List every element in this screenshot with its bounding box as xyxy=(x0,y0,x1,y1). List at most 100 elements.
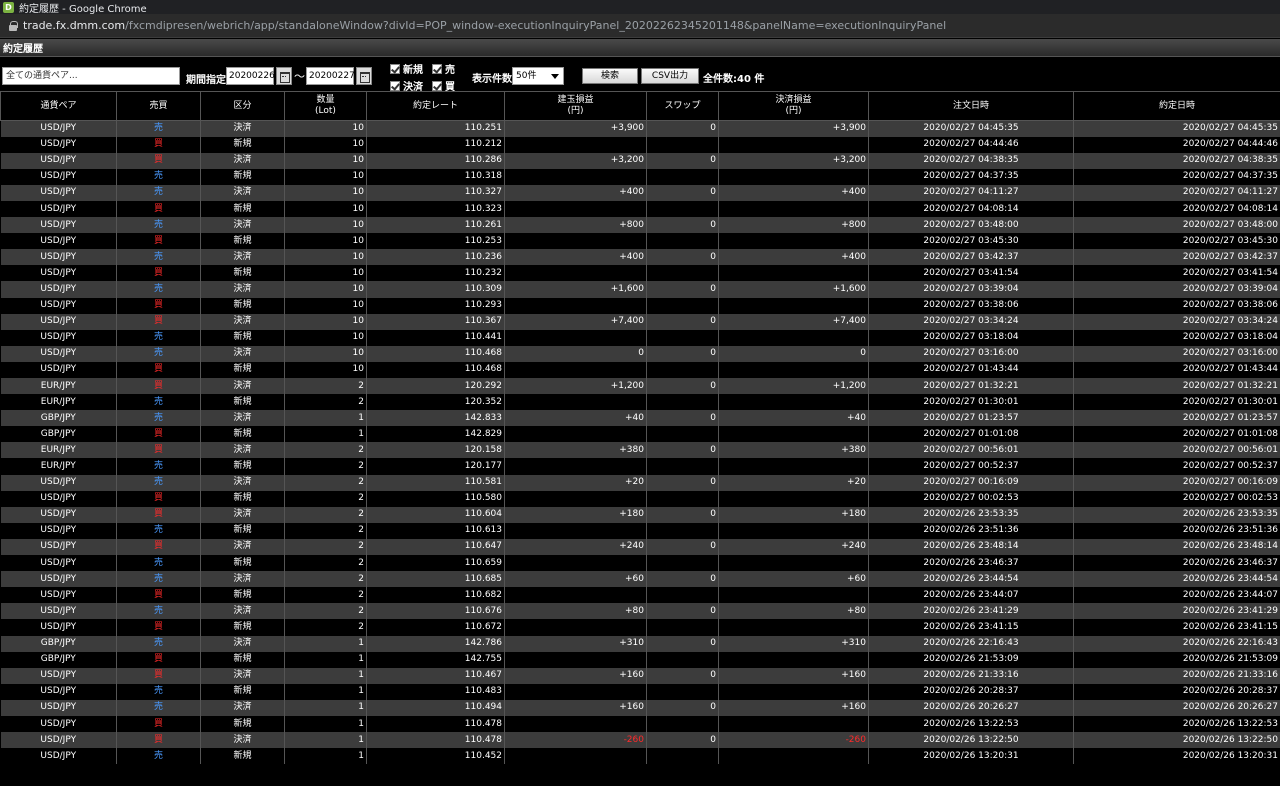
cell-exec-time: 2020/02/26 21:33:16 xyxy=(1073,667,1280,684)
table-row[interactable]: USD/JPY 買決済 2 110.647 +240 0 +240 2020/02/26 23… xyxy=(0,538,1280,556)
column-header-settled-pnl[interactable]: 決済損益 (円) xyxy=(718,91,869,121)
table-row[interactable]: GBP/JPY 売決済 1 142.786 +310 0 +310 2020/02/26 22… xyxy=(0,635,1280,652)
column-header-type[interactable]: 区分 xyxy=(200,91,285,121)
cell-side: 買 xyxy=(116,152,201,169)
table-row[interactable]: EUR/JPY 売新規 2 120.352 2020/02/27 01:30:01 202… xyxy=(0,394,1280,411)
cell-pair: USD/JPY xyxy=(0,667,117,684)
column-header-position-pnl[interactable]: 建玉損益 (円) xyxy=(504,91,647,121)
cell-side: 買 xyxy=(116,313,201,330)
table-row[interactable]: USD/JPY 買新規 2 110.672 2020/02/26 23:41:15 202… xyxy=(0,619,1280,636)
cell-lots: 10 xyxy=(284,265,367,282)
table-row[interactable]: USD/JPY 売決済 10 110.236 +400 0 +400 2020/02/27 0… xyxy=(0,249,1280,266)
cell-lots: 10 xyxy=(284,329,367,346)
currency-pair-select[interactable]: 全ての通貨ペア... xyxy=(2,67,180,85)
table-row[interactable]: USD/JPY 売決済 2 110.676 +80 0 +80 2020/02/26 23:4… xyxy=(0,603,1280,620)
table-row[interactable]: USD/JPY 買新規 10 110.232 2020/02/27 03:41:54 20… xyxy=(0,265,1280,282)
table-row[interactable]: USD/JPY 売新規 1 110.452 2020/02/26 13:20:31 202… xyxy=(0,748,1280,765)
cell-swap xyxy=(646,748,719,765)
table-row[interactable]: USD/JPY 買新規 10 110.293 2020/02/27 03:38:06 20… xyxy=(0,297,1280,314)
search-button[interactable]: 検索 xyxy=(582,68,638,84)
cell-order-time: 2020/02/26 13:22:53 xyxy=(868,715,1074,733)
cell-lots: 10 xyxy=(284,361,367,378)
table-row[interactable]: USD/JPY 買新規 10 110.468 2020/02/27 01:43:44 20… xyxy=(0,361,1280,378)
table-row[interactable]: USD/JPY 売決済 10 110.309 +1,600 0 +1,600 2020/02/… xyxy=(0,281,1280,298)
cell-swap xyxy=(646,683,719,700)
table-row[interactable]: USD/JPY 買新規 2 110.580 2020/02/27 00:02:53 202… xyxy=(0,490,1280,507)
cell-pair: USD/JPY xyxy=(0,683,117,700)
table-row[interactable]: GBP/JPY 売決済 1 142.833 +40 0 +40 2020/02/27 01:2… xyxy=(0,410,1280,427)
column-header-order-time[interactable]: 注文日時 xyxy=(868,91,1074,121)
checkbox-settle-icon[interactable] xyxy=(390,80,400,91)
checkbox-new-icon[interactable] xyxy=(390,63,400,74)
table-row[interactable]: USD/JPY 売新規 1 110.483 2020/02/26 20:28:37 202… xyxy=(0,683,1280,700)
cell-side: 買 xyxy=(116,233,201,250)
table-row[interactable]: USD/JPY 売新規 2 110.613 2020/02/26 23:51:36 202… xyxy=(0,522,1280,539)
date-to-input[interactable]: 20200227 xyxy=(306,67,355,85)
url-path[interactable]: /fxcmdipresen/webrich/app/standaloneWind… xyxy=(125,19,946,32)
table-row[interactable]: USD/JPY 売決済 10 110.261 +800 0 +800 2020/02/27 0… xyxy=(0,217,1280,234)
table-row[interactable]: USD/JPY 買決済 2 110.604 +180 0 +180 2020/02/26 23… xyxy=(0,506,1280,523)
cell-order-time: 2020/02/27 04:37:35 xyxy=(868,168,1074,185)
table-row[interactable]: USD/JPY 売決済 10 110.468 0 0 0 2020/02/27 03:16:0… xyxy=(0,345,1280,362)
address-bar[interactable]: trade.fx.dmm.com /fxcmdipresen/webrich/a… xyxy=(0,14,1280,38)
checkbox-sell-icon[interactable] xyxy=(432,63,442,74)
table-row[interactable]: USD/JPY 買新規 10 110.323 2020/02/27 04:08:14 20… xyxy=(0,200,1280,218)
table-row[interactable]: USD/JPY 売新規 10 110.318 2020/02/27 04:37:35 20… xyxy=(0,168,1280,185)
display-count-select[interactable]: 50件 xyxy=(512,67,564,85)
checkbox-buy-icon[interactable] xyxy=(432,80,442,91)
table-row[interactable]: USD/JPY 買決済 1 110.478 -260 0 -260 2020/02/26 13… xyxy=(0,732,1280,749)
date-to-calendar-icon[interactable] xyxy=(356,67,372,85)
column-header-exec-time[interactable]: 約定日時 xyxy=(1073,91,1280,121)
column-header-lots[interactable]: 数量 (Lot) xyxy=(284,91,367,121)
table-row[interactable]: USD/JPY 売決済 10 110.251 +3,900 0 +3,900 2020/02/… xyxy=(0,120,1280,137)
cell-order-time: 2020/02/27 04:44:46 xyxy=(868,136,1074,153)
cell-rate: 110.468 xyxy=(366,361,505,378)
table-row[interactable]: EUR/JPY 買決済 2 120.158 +380 0 +380 2020/02/27 00… xyxy=(0,442,1280,459)
column-header-side[interactable]: 売買 xyxy=(116,91,201,121)
cell-settled-pnl: +7,400 xyxy=(718,313,869,330)
table-row[interactable]: USD/JPY 売新規 2 110.659 2020/02/26 23:46:37 202… xyxy=(0,555,1280,572)
cell-lots: 2 xyxy=(284,378,367,395)
header-row: 通貨ペア 売買 区分 数量 (Lot) 約定レート 建玉損益 (円) スワップ 決済損益 (円… xyxy=(0,91,1280,121)
cell-type: 決済 xyxy=(200,699,285,716)
browser-titlebar: D 約定履歴 - Google Chrome xyxy=(0,0,1280,15)
cell-type: 新規 xyxy=(200,329,285,346)
column-header-pair[interactable]: 通貨ペア xyxy=(0,91,117,121)
table-row[interactable]: GBP/JPY 買新規 1 142.755 2020/02/26 21:53:09 202… xyxy=(0,651,1280,668)
table-row[interactable]: GBP/JPY 買新規 1 142.829 2020/02/27 01:01:08 202… xyxy=(0,426,1280,443)
table-row[interactable]: USD/JPY 買新規 10 110.253 2020/02/27 03:45:30 20… xyxy=(0,233,1280,250)
csv-export-button[interactable]: CSV出力 xyxy=(641,68,699,84)
table-row[interactable]: EUR/JPY 売新規 2 120.177 2020/02/27 00:52:37 202… xyxy=(0,458,1280,475)
table-row[interactable]: EUR/JPY 買決済 2 120.292 +1,200 0 +1,200 2020/02/2… xyxy=(0,378,1280,395)
cell-settled-pnl xyxy=(718,458,869,475)
checkbox-new[interactable]: 新規 xyxy=(390,61,423,76)
table-row[interactable]: USD/JPY 買決済 10 110.286 +3,200 0 +3,200 2020/02/… xyxy=(0,152,1280,169)
column-header-swap[interactable]: スワップ xyxy=(646,91,719,121)
cell-order-time: 2020/02/27 00:56:01 xyxy=(868,442,1074,459)
table-row[interactable]: USD/JPY 売決済 2 110.581 +20 0 +20 2020/02/27 00:1… xyxy=(0,474,1280,491)
date-from-calendar-icon[interactable] xyxy=(276,67,292,85)
table-row[interactable]: USD/JPY 売決済 10 110.327 +400 0 +400 2020/02/27 0… xyxy=(0,184,1280,201)
cell-pair: USD/JPY xyxy=(0,506,117,523)
table-body: USD/JPY 売決済 10 110.251 +3,900 0 +3,900 2020/02/… xyxy=(0,120,1280,765)
table-row[interactable]: USD/JPY 買新規 1 110.478 2020/02/26 13:22:53 202… xyxy=(0,715,1280,733)
cell-rate: 142.786 xyxy=(366,635,505,652)
cell-settled-pnl xyxy=(718,555,869,572)
cell-pair: USD/JPY xyxy=(0,345,117,362)
table-row[interactable]: USD/JPY 買新規 2 110.682 2020/02/26 23:44:07 202… xyxy=(0,587,1280,604)
url-host[interactable]: trade.fx.dmm.com xyxy=(23,19,125,32)
table-row[interactable]: USD/JPY 買決済 10 110.367 +7,400 0 +7,400 2020/02/… xyxy=(0,313,1280,330)
table-row[interactable]: USD/JPY 買決済 1 110.467 +160 0 +160 2020/02/26 21… xyxy=(0,667,1280,684)
cell-swap: 0 xyxy=(646,184,719,201)
date-from-input[interactable]: 20200226 xyxy=(226,67,275,85)
table-row[interactable]: USD/JPY 売決済 2 110.685 +60 0 +60 2020/02/26 23:4… xyxy=(0,571,1280,588)
cell-position-pnl xyxy=(504,683,647,700)
table-row[interactable]: USD/JPY 買新規 10 110.212 2020/02/27 04:44:46 20… xyxy=(0,136,1280,153)
table-row[interactable]: USD/JPY 売新規 10 110.441 2020/02/27 03:18:04 20… xyxy=(0,329,1280,346)
table-row[interactable]: USD/JPY 売決済 1 110.494 +160 0 +160 2020/02/26 20… xyxy=(0,699,1280,716)
cell-side: 売 xyxy=(116,571,201,588)
cell-swap: 0 xyxy=(646,217,719,234)
column-header-rate[interactable]: 約定レート xyxy=(366,91,505,121)
checkbox-sell[interactable]: 売 xyxy=(432,61,455,76)
cell-rate: 110.478 xyxy=(366,715,505,733)
